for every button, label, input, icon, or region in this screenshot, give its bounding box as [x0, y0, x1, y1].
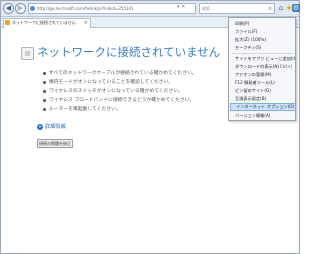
gear-icon[interactable]: ⚙: [292, 4, 300, 12]
menu-item-downloads[interactable]: ダウンロードの表示(N) Ctrl+J: [230, 63, 296, 71]
close-icon[interactable]: ×: [84, 19, 88, 27]
list-item: ルーターを再起動してください。: [43, 105, 197, 114]
expand-icon[interactable]: +: [37, 123, 43, 130]
details-label[interactable]: 詳細情報: [45, 124, 66, 130]
menu-item-print[interactable]: 印刷(P): [230, 20, 296, 28]
page-icon: [30, 6, 35, 11]
list-item: ワイヤレス ブロードバンドに接続できるどうか確かめてください。: [43, 96, 197, 105]
menu-item-file[interactable]: ファイル(F): [230, 28, 296, 36]
browser-window: ◀ ▶ http://go.microsoft.com/fwlink/p/?li…: [0, 0, 300, 254]
menu-item-safety[interactable]: セーフティ(S): [230, 44, 296, 52]
menu-item-pinned-sites[interactable]: ピン留めサイト(G): [230, 87, 296, 95]
menu-item-devtools[interactable]: F12 開発者ツール(L): [230, 79, 296, 87]
list-item: すべてのネットワークケーブルが接続されている確かめてください。: [43, 69, 197, 78]
menu-item-add-site[interactable]: サイトをアプリ ビューに追加(I): [230, 55, 296, 63]
address-toolbar: ◀ ▶ http://go.microsoft.com/fwlink/p/?li…: [1, 1, 300, 17]
home-icon[interactable]: ⌂: [277, 4, 285, 12]
search-input[interactable]: 検索... ⌕: [199, 3, 275, 14]
menu-item-about-label: バージョン情報(A): [235, 113, 271, 118]
back-arrow-icon[interactable]: ◀: [3, 3, 14, 14]
fix-connection-button[interactable]: 接続の問題を修正: [37, 139, 73, 148]
address-bar[interactable]: http://go.microsoft.com/fwlink/p/?linkid…: [28, 3, 196, 14]
list-item: 機内モードがオンになっていることを確認してください。: [43, 78, 197, 87]
menu-item-about[interactable]: バージョン情報(A): [230, 112, 296, 120]
menu-divider: [232, 53, 294, 54]
suggestion-list: すべてのネットワークケーブルが接続されている確かめてください。 機内モードがオン…: [43, 69, 197, 114]
refresh-icon[interactable]: ▾ ✕: [177, 4, 185, 10]
list-item: ワイヤレスのスイッチがオンになっている確かめてください。: [43, 87, 197, 96]
menu-item-compat-view[interactable]: 互換表示設定(B): [230, 95, 296, 103]
tab-active[interactable]: ネットワークに接続されていません ×: [3, 18, 91, 28]
menu-item-internet-options-label: インターネット オプション(O): [236, 104, 295, 109]
tab-title: ネットワークに接続されていません: [12, 20, 76, 25]
menu-item-zoom[interactable]: 拡大(Z) (100%): [230, 36, 296, 44]
error-page-icon: [21, 47, 34, 60]
menu-item-internet-options[interactable]: インターネット オプション(O): [230, 103, 296, 111]
search-icon[interactable]: ⌕: [269, 5, 272, 13]
forward-arrow-icon[interactable]: ▶: [15, 3, 26, 14]
url-text: http://go.microsoft.com/fwlink/p/?linkid…: [37, 6, 134, 11]
details-link[interactable]: + 詳細情報: [37, 123, 66, 131]
menu-item-addons[interactable]: アドオンの管理(M): [230, 71, 296, 79]
tools-menu: 印刷(P) ファイル(F) 拡大(Z) (100%) セーフティ(S) サイトを…: [228, 17, 296, 121]
tab-page-icon: [5, 20, 10, 25]
search-placeholder: 検索...: [202, 6, 214, 11]
